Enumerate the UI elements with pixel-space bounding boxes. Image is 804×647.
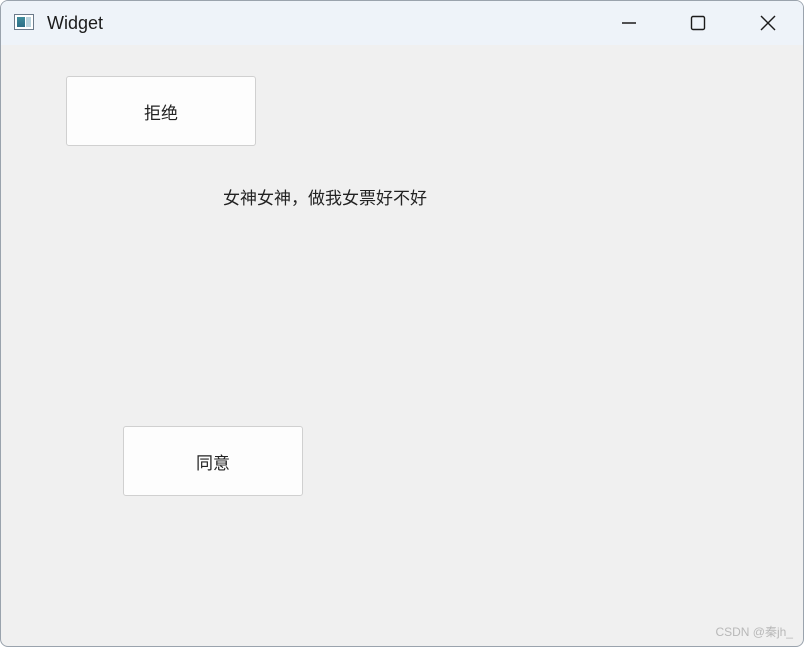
agree-button[interactable]: 同意 [123,426,303,496]
app-window-icon [14,14,34,30]
close-button[interactable] [737,1,799,45]
watermark: CSDN @秦jh_ [715,625,793,639]
reject-button-label: 拒绝 [144,103,178,124]
title-bar[interactable]: Widget [1,1,803,45]
minimize-icon [622,22,636,24]
minimize-button[interactable] [598,1,660,45]
reject-button[interactable]: 拒绝 [66,76,256,146]
app-window: Widget 拒绝 女神女神，做我女票好不好 同意 CSDN @秦jh_ [0,0,804,647]
window-title: Widget [47,13,104,33]
agree-button-label: 同意 [196,453,230,474]
maximize-icon [690,15,706,31]
message-label: 女神女神，做我女票好不好 [223,189,427,209]
close-icon [760,15,776,31]
maximize-button[interactable] [667,1,729,45]
